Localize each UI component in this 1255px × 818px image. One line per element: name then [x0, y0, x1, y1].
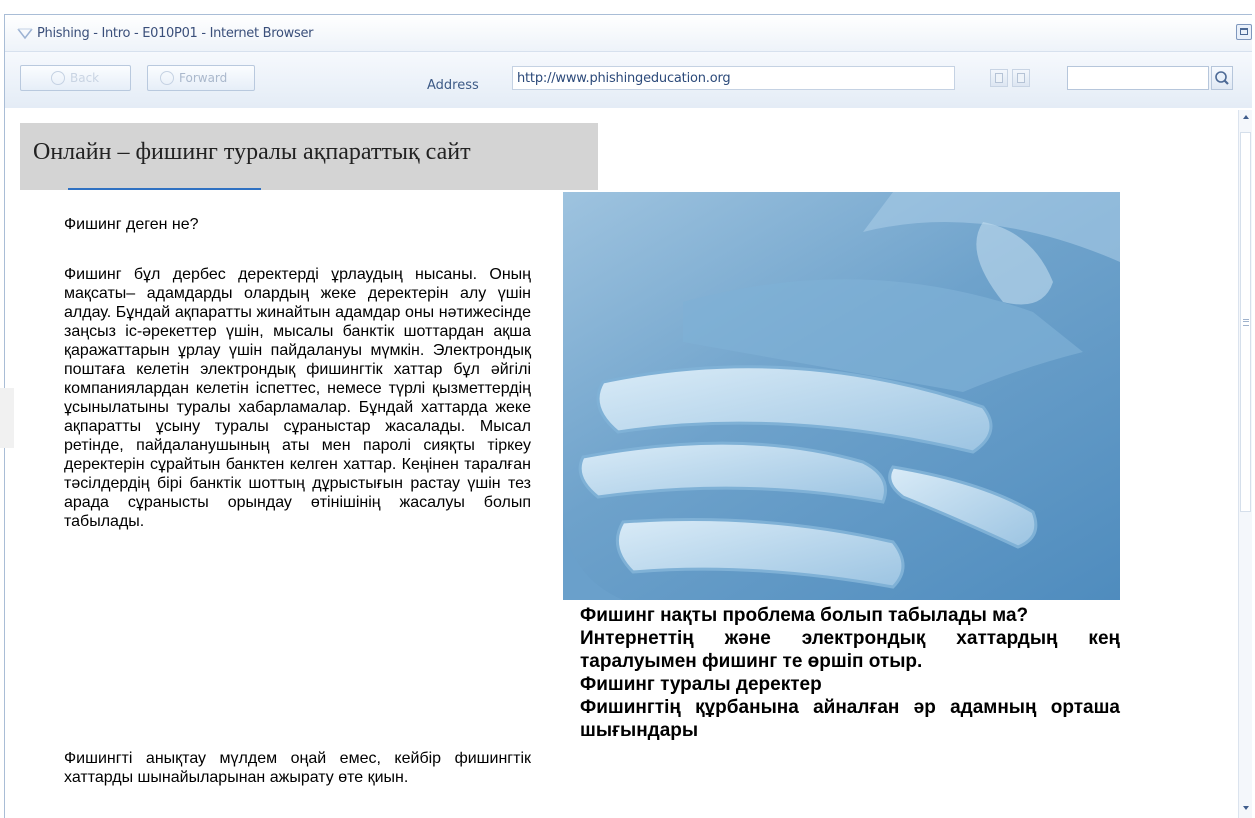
window-title: Phishing - Intro - E010P01 - Internet Br…: [37, 26, 314, 41]
vertical-scrollbar[interactable]: [1238, 110, 1252, 818]
maximize-button[interactable]: [1236, 24, 1252, 40]
search-input[interactable]: [1067, 66, 1209, 90]
forward-arrow-icon: [160, 71, 174, 85]
scroll-down-arrow-icon[interactable]: [1240, 802, 1252, 814]
scroll-up-arrow-icon[interactable]: [1240, 112, 1252, 124]
forward-button[interactable]: Forward: [147, 65, 255, 91]
title-bar: Phishing - Intro - E010P01 - Internet Br…: [5, 15, 1252, 52]
header-underline: [68, 188, 261, 190]
problem-question: Фишинг нақты проблема болып табылады ма?: [580, 605, 1029, 626]
keyboard-image: [563, 192, 1120, 600]
detection-paragraph: Фишингті анықтау мүлдем оңай емес, кейбі…: [64, 750, 531, 786]
facts-heading: Фишинг туралы деректер: [580, 674, 822, 695]
back-button-label: Back: [70, 71, 100, 85]
intro-paragraph: Фишинг бұл дербес деректерді ұрлаудың ны…: [64, 266, 531, 530]
site-title: Онлайн – фишинг туралы ақпараттық сайт: [33, 139, 471, 165]
address-bar[interactable]: http://www.phishingeducation.org: [512, 66, 955, 90]
page-edge: [0, 388, 14, 448]
scroll-thumb[interactable]: [1240, 132, 1251, 512]
forward-button-label: Forward: [179, 71, 228, 85]
keyboard-illustration: [563, 192, 1120, 600]
spread-statement: Интернеттің және электрондық хаттардың к…: [580, 628, 1120, 672]
average-losses: Фишингтің құрбанына айналған әр адамның …: [580, 697, 1120, 741]
address-label: Address: [427, 78, 479, 93]
bookmark-icon[interactable]: [1012, 69, 1030, 87]
back-arrow-icon: [51, 71, 65, 85]
right-column-text: Фишинг нақты проблема болып табылады ма?…: [580, 604, 1120, 742]
question-heading: Фишинг деген не?: [64, 216, 199, 233]
site-header: Онлайн – фишинг туралы ақпараттық сайт: [20, 123, 598, 190]
page-icon[interactable]: [990, 69, 1008, 87]
grip-icon: [1243, 319, 1249, 326]
search-icon: [1215, 71, 1229, 85]
search-button[interactable]: [1211, 66, 1233, 90]
browser-logo-icon: [17, 28, 33, 40]
back-button[interactable]: Back: [20, 65, 131, 91]
